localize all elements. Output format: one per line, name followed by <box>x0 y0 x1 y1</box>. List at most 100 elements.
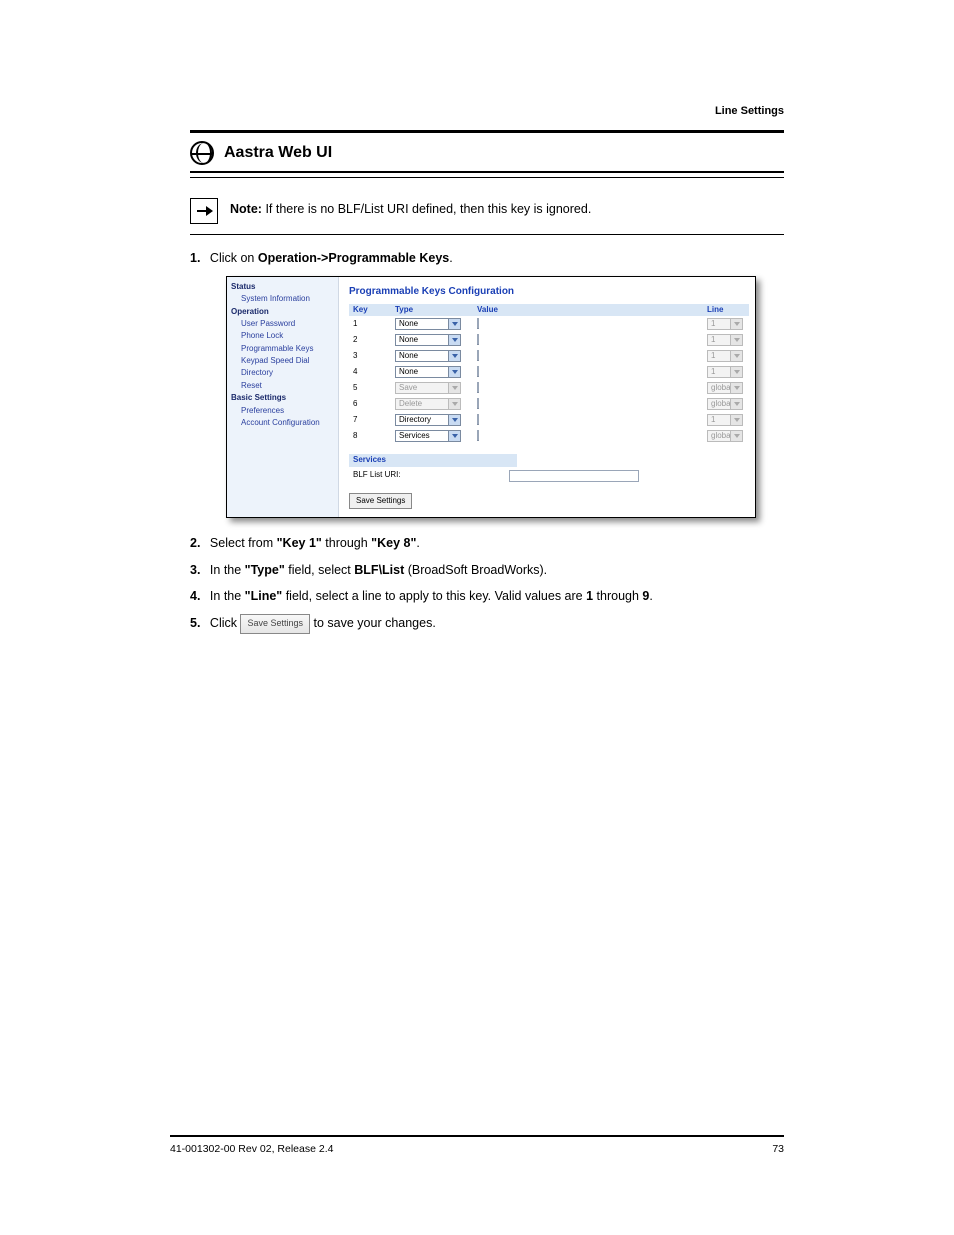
step-5-num: 5. <box>190 616 200 630</box>
chevron-down-icon <box>730 335 742 345</box>
step-4-text-b: field, select a line to apply to this ke… <box>282 589 586 603</box>
value-input[interactable] <box>477 366 479 377</box>
step-3-bold-a: "Type" <box>245 563 285 577</box>
cell-key: 4 <box>349 367 395 377</box>
cell-line: 1 <box>707 414 749 426</box>
cell-key: 5 <box>349 383 395 393</box>
sidebar-item-keypad[interactable]: Keypad Speed Dial <box>227 355 338 367</box>
sidebar-item-phonelock[interactable]: Phone Lock <box>227 330 338 342</box>
sidebar-item-progkeys[interactable]: Programmable Keys <box>227 343 338 355</box>
cell-type: None <box>395 318 477 330</box>
type-select[interactable]: None <box>395 350 461 362</box>
type-select[interactable]: None <box>395 366 461 378</box>
line-select: 1 <box>707 318 743 330</box>
chevron-down-icon <box>448 367 460 377</box>
cell-key: 1 <box>349 319 395 329</box>
chevron-down-icon <box>730 367 742 377</box>
step-2-bold-b: "Key 8" <box>371 536 416 550</box>
cell-value <box>477 415 707 425</box>
sidebar-item-prefs[interactable]: Preferences <box>227 405 338 417</box>
th-value: Value <box>477 305 707 315</box>
value-input[interactable] <box>477 350 479 361</box>
section-bar: Aastra Web UI <box>190 133 784 171</box>
line-select: global <box>707 398 743 410</box>
sidebar-item-userpw[interactable]: User Password <box>227 318 338 330</box>
sidebar-item-sysinfo[interactable]: System Information <box>227 293 338 305</box>
cell-line: 1 <box>707 350 749 362</box>
arrow-right-icon <box>197 210 211 212</box>
value-input[interactable] <box>477 398 479 409</box>
cell-type: None <box>395 334 477 346</box>
save-settings-button[interactable]: Save Settings <box>349 493 412 509</box>
value-input[interactable] <box>477 318 479 329</box>
chevron-down-icon <box>730 399 742 409</box>
cell-key: 6 <box>349 399 395 409</box>
step-1: 1. Click on Operation->Programmable Keys… <box>190 249 784 268</box>
double-rule <box>190 171 784 178</box>
table-row: 4None1 <box>349 364 749 380</box>
note-body: If there is no BLF/List URI defined, the… <box>265 202 591 216</box>
chevron-down-icon <box>448 431 460 441</box>
note-row: Note: If there is no BLF/List URI define… <box>190 192 784 234</box>
embedded-screenshot: Status System Information Operation User… <box>226 276 756 518</box>
value-input[interactable] <box>477 414 479 425</box>
screenshot-title: Programmable Keys Configuration <box>349 285 749 298</box>
cell-value <box>477 335 707 345</box>
cell-line: global <box>707 430 749 442</box>
value-input[interactable] <box>477 430 479 441</box>
step-4-text-c: through <box>593 589 642 603</box>
blf-row: BLF List URI: <box>349 467 749 485</box>
table-row: 5Saveglobal <box>349 380 749 396</box>
cell-type: None <box>395 350 477 362</box>
line-select: 1 <box>707 350 743 362</box>
chevron-down-icon <box>448 383 460 393</box>
footer-right: 73 <box>772 1143 784 1155</box>
sidebar-cat-status: Status <box>227 281 338 293</box>
sidebar-item-directory[interactable]: Directory <box>227 367 338 379</box>
cell-value <box>477 399 707 409</box>
step-4-text-d: . <box>649 589 652 603</box>
note-label: Note: <box>230 202 262 216</box>
step-3: 3. In the "Type" field, select BLF\List … <box>190 561 784 580</box>
services-heading: Services <box>349 454 517 466</box>
blf-input[interactable] <box>509 470 639 482</box>
type-select[interactable]: None <box>395 318 461 330</box>
globe-icon <box>190 141 214 165</box>
cell-line: global <box>707 382 749 394</box>
screenshot-main: Programmable Keys Configuration Key Type… <box>339 277 755 517</box>
cell-key: 8 <box>349 431 395 441</box>
cell-key: 3 <box>349 351 395 361</box>
sidebar-item-reset[interactable]: Reset <box>227 380 338 392</box>
cell-type: Delete <box>395 398 477 410</box>
sidebar-item-acct[interactable]: Account Configuration <box>227 417 338 429</box>
type-select[interactable]: Directory <box>395 414 461 426</box>
cell-type: Services <box>395 430 477 442</box>
step-1-prefix: Click on <box>210 251 258 265</box>
value-input[interactable] <box>477 334 479 345</box>
sidebar-cat-operation: Operation <box>227 306 338 318</box>
line-select: 1 <box>707 414 743 426</box>
page-footer: 41-001302-00 Rev 02, Release 2.4 73 <box>170 1135 784 1155</box>
table-row: 6Delete global <box>349 396 749 412</box>
step-2-text-b: through <box>322 536 371 550</box>
cell-key: 2 <box>349 335 395 345</box>
note-icon-box <box>190 198 218 224</box>
cell-line: global <box>707 398 749 410</box>
type-select[interactable]: None <box>395 334 461 346</box>
step-1-suffix: . <box>449 251 452 265</box>
note-bottom-rule <box>190 234 784 235</box>
type-select[interactable]: Services <box>395 430 461 442</box>
value-input[interactable] <box>477 382 479 393</box>
cell-line: 1 <box>707 334 749 346</box>
th-line: Line <box>707 305 749 315</box>
chevron-down-icon <box>730 383 742 393</box>
chevron-down-icon <box>448 415 460 425</box>
table-row: 8Services global <box>349 428 749 444</box>
table-row: 1None1 <box>349 316 749 332</box>
step-2-bold-a: "Key 1" <box>277 536 322 550</box>
step-3-num: 3. <box>190 563 200 577</box>
line-select: global <box>707 430 743 442</box>
step-3-text-c: (BroadSoft BroadWorks). <box>404 563 547 577</box>
step-4: 4. In the "Line" field, select a line to… <box>190 587 784 606</box>
chevron-down-icon <box>730 319 742 329</box>
